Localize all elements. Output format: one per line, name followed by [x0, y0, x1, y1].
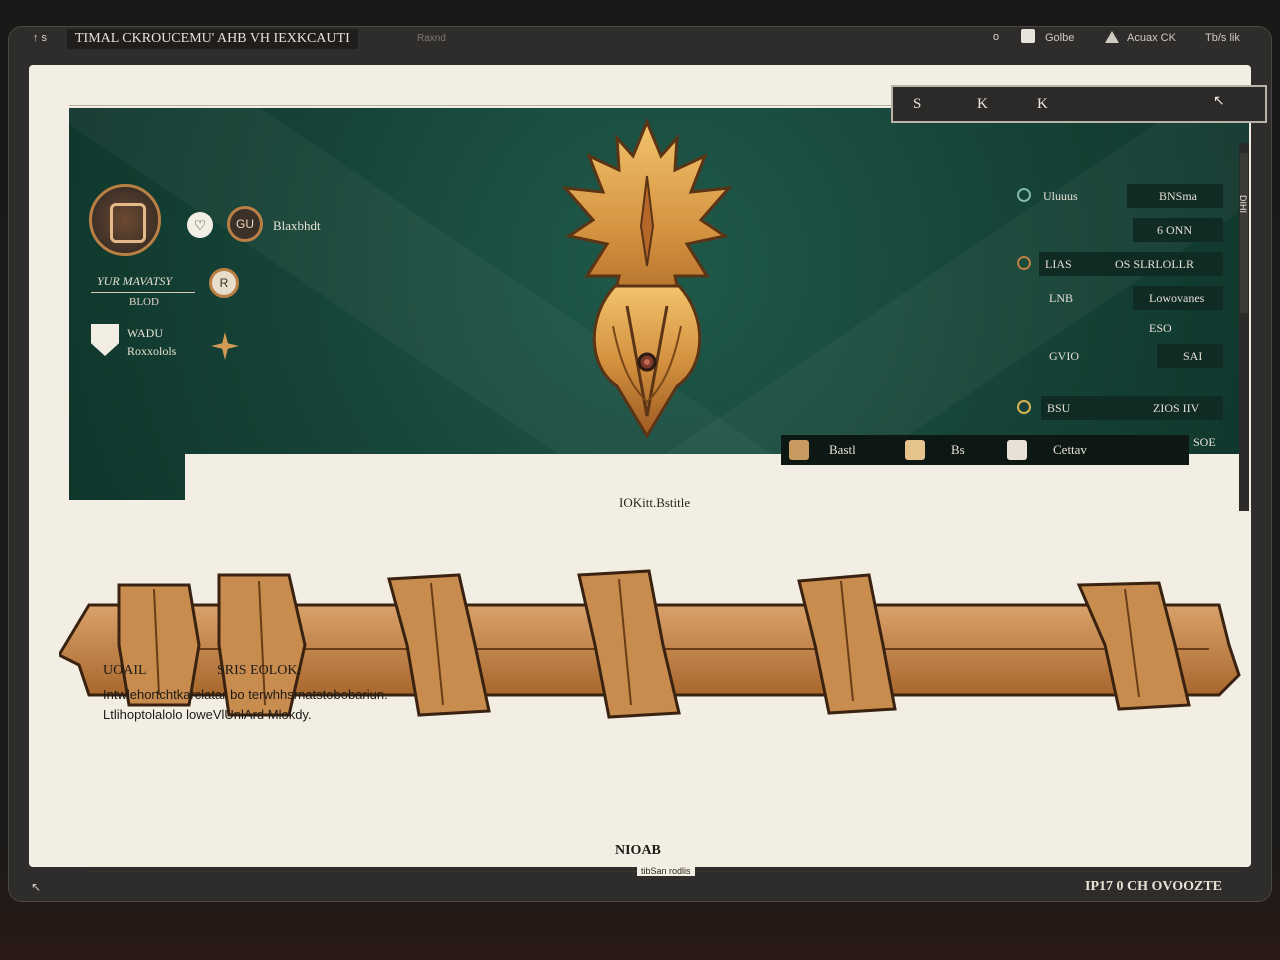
stat-icon	[1017, 256, 1031, 270]
golden-crest-emblem	[561, 118, 733, 439]
stat-value: SOE	[1193, 435, 1216, 449]
page-icon[interactable]	[1021, 29, 1035, 43]
stat-label: Uluuus	[1043, 189, 1078, 203]
cursor-icon: ↖	[31, 880, 42, 894]
player-profile-panel: ♡ GU Blaxbhdt YUR MAVATSY BLOD R WADU Ro…	[89, 184, 369, 364]
stat-row[interactable]: GVIO SAI	[1029, 344, 1249, 368]
dropdown-option[interactable]: K	[977, 96, 988, 113]
menu-item-c[interactable]: Tb/s lik	[1205, 32, 1240, 44]
dropdown-option[interactable]: K	[1037, 96, 1048, 113]
profile-emblem-icon[interactable]	[89, 184, 161, 256]
level-label: WADU	[127, 326, 163, 340]
stage-label: IOKitt.Bstitle	[619, 495, 691, 510]
stat-value: ESO	[1149, 321, 1172, 335]
action-bar: Bastl Bs Cettav	[781, 435, 1189, 465]
star-icon[interactable]	[211, 332, 239, 360]
stats-panel: Uluuus BNSma 6 ONN LIAS OS SLRLOLLR LNB	[1017, 184, 1249, 454]
description-subheading: SRIS EOLOK:	[217, 663, 302, 678]
stat-value: 6 ONN	[1157, 223, 1192, 237]
stat-row[interactable]: Uluuus BNSma	[1017, 184, 1249, 208]
action-icon[interactable]	[789, 440, 809, 460]
app-window: ↑ s TIMAL CKROUCEMU' AHB VH IEXKCAUTI Ra…	[8, 26, 1272, 902]
action-bastl[interactable]: Bastl	[829, 442, 856, 458]
stat-value: OS SLRLOLLR	[1115, 257, 1195, 271]
stat-label: BSU	[1047, 401, 1071, 415]
stat-row[interactable]: BSU ZIOS IIV	[1017, 396, 1249, 420]
status-readout: IP17 0 CH OVOOZTE	[1085, 879, 1223, 894]
stat-label: LNB	[1049, 291, 1073, 305]
action-bs[interactable]: Bs	[951, 442, 965, 458]
player-name: Blaxbhdt	[273, 218, 321, 233]
caret-icon[interactable]: ↖	[1213, 93, 1225, 110]
status-bar: ↖ IP17 0 CH OVOOZTE	[9, 875, 1273, 901]
stat-row[interactable]: LIAS OS SLRLOLLR	[1017, 252, 1249, 276]
window-subtitle: Raxnd	[417, 33, 446, 44]
action-cettav[interactable]: Cettav	[1053, 442, 1087, 458]
player-role: YUR MAVATSY	[97, 274, 173, 288]
menu-item-b[interactable]: Acuax CK	[1127, 32, 1176, 44]
description-line-2: Ltlihoptolalolo loweVlUnlArd Mlokdy.	[103, 707, 312, 722]
scrollbar-label: DIHI	[1238, 195, 1248, 213]
rank-badge-icon[interactable]: R	[209, 268, 239, 298]
stat-label: GVIO	[1049, 349, 1079, 363]
stat-row[interactable]: 6 ONN	[1029, 218, 1249, 242]
stat-icon	[1017, 400, 1031, 414]
stat-value: BNSma	[1159, 189, 1198, 203]
description-heading: UOAIL	[103, 663, 147, 678]
stat-row[interactable]: LNB Lowovanes	[1029, 286, 1249, 310]
action-icon[interactable]	[905, 440, 925, 460]
description-line-1: Intwlehortchtkarclatar bo terwhhsrnatsto…	[103, 687, 388, 702]
stat-value: SAI	[1183, 349, 1203, 363]
title-bar: ↑ s TIMAL CKROUCEMU' AHB VH IEXKCAUTI Ra…	[9, 27, 1273, 51]
window-controls[interactable]: ↑ s	[33, 32, 47, 44]
stat-row[interactable]: ESO	[1029, 316, 1249, 340]
main-page: ♡ GU Blaxbhdt YUR MAVATSY BLOD R WADU Ro…	[29, 65, 1251, 876]
selector-dropdown[interactable]: S K K ↖	[891, 85, 1267, 123]
profile-ring-icon[interactable]: GU	[227, 206, 263, 242]
dropdown-option[interactable]: S	[913, 96, 921, 113]
vertical-scrollbar[interactable]: DIHI	[1238, 143, 1249, 511]
stat-value: ZIOS IIV	[1153, 401, 1200, 415]
window-title: TIMAL CKROUCEMU' AHB VH IEXKCAUTI	[67, 29, 358, 49]
footer-title[interactable]: NIOAB	[615, 843, 661, 859]
stat-value: Lowovanes	[1149, 291, 1205, 305]
level-value: Roxxolols	[127, 344, 177, 358]
alert-icon[interactable]	[1105, 31, 1119, 43]
shield-icon	[91, 324, 119, 356]
menu-item-a[interactable]: Golbe	[1045, 32, 1074, 44]
heart-icon[interactable]: ♡	[187, 212, 213, 238]
role-divider	[91, 292, 195, 293]
scrollbar-thumb[interactable]	[1240, 153, 1248, 313]
stat-icon	[1017, 188, 1031, 202]
status-dot: o	[993, 31, 1000, 43]
action-icon[interactable]	[1007, 440, 1027, 460]
stat-label: LIAS	[1045, 257, 1072, 271]
player-subrole: BLOD	[129, 296, 159, 308]
